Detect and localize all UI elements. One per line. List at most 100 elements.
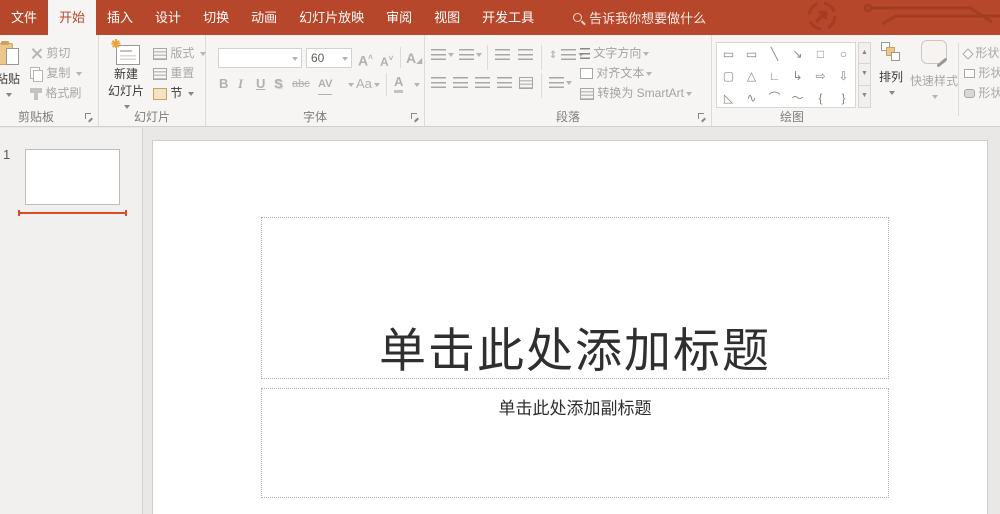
group-slides: 新建 幻灯片 版式 重置 节 幻灯片 [99, 35, 206, 126]
subtitle-placeholder[interactable]: 单击此处添加副标题 [261, 388, 889, 498]
strikethrough-button[interactable]: abc [292, 74, 310, 94]
shape-item[interactable]: { [809, 87, 832, 109]
character-spacing-button[interactable]: AV [318, 74, 333, 95]
increase-indent-button[interactable] [518, 45, 533, 64]
layout-dropdown-icon [199, 51, 206, 56]
shape-item[interactable]: ↘ [786, 43, 809, 65]
grow-font-button[interactable]: A˄ [358, 48, 373, 71]
format-painter-button[interactable]: 格式刷 [30, 84, 81, 103]
clear-formatting-button[interactable]: A◢ [406, 48, 422, 71]
arrange-dropdown-icon[interactable] [889, 90, 895, 95]
clipboard-dialog-launcher[interactable] [85, 113, 93, 121]
shape-item[interactable]: ∟ [763, 65, 786, 87]
quick-styles-dropdown-icon [932, 94, 938, 99]
slide-thumbnail-pane[interactable]: 1 [0, 128, 143, 514]
decrease-indent-button[interactable] [495, 45, 510, 64]
slide-1-thumbnail[interactable] [25, 149, 120, 205]
shapes-gallery-scrollbar[interactable]: ▲ ▼ ▼ [858, 42, 871, 108]
paragraph-dialog-launcher[interactable] [698, 113, 706, 121]
title-placeholder[interactable]: 单击此处添加标题 [261, 217, 889, 379]
gallery-more-icon[interactable]: ▼ [858, 86, 871, 108]
text-direction-icon [580, 48, 590, 60]
shape-item[interactable]: ◺ [717, 87, 740, 109]
tab-file[interactable]: 文件 [0, 0, 48, 35]
tab-developer[interactable]: 开发工具 [471, 0, 545, 35]
shape-item[interactable]: ∿ [740, 87, 763, 109]
align-right-button[interactable] [475, 73, 490, 92]
tell-me-search[interactable]: 告诉我你想要做什么 [573, 0, 706, 35]
character-spacing-dropdown-icon[interactable] [346, 74, 354, 94]
bullets-button[interactable] [431, 45, 454, 64]
text-direction-button[interactable]: 文字方向 [580, 44, 650, 62]
font-color-dropdown-icon[interactable] [412, 74, 420, 94]
group-paragraph: ⇕ 文字方向 对齐文本 转换为 SmartArt 段落 [425, 35, 712, 126]
font-name-combo[interactable] [218, 48, 302, 68]
font-dialog-launcher[interactable] [411, 113, 419, 121]
tab-slideshow[interactable]: 幻灯片放映 [288, 0, 375, 35]
distribute-button[interactable] [519, 73, 533, 92]
gallery-down-icon[interactable]: ▼ [858, 64, 871, 86]
align-left-button[interactable] [431, 73, 446, 92]
tab-review[interactable]: 审阅 [375, 0, 423, 35]
align-text-button[interactable]: 对齐文本 [580, 64, 653, 82]
shape-item[interactable]: △ [740, 65, 763, 87]
font-size-combo[interactable]: 60 [306, 48, 352, 68]
tab-home[interactable]: 开始 [48, 0, 97, 35]
tab-insert[interactable]: 插入 [96, 0, 144, 35]
tab-transitions[interactable]: 切换 [192, 0, 240, 35]
shapes-gallery[interactable]: ▭ ▭ ╲ ↘ □ ○ ▢ △ ∟ ↳ ⇨ ⇩ ◺ ∿ ⌒ ～ { } [716, 42, 856, 108]
justify-icon [497, 77, 512, 89]
paste-button[interactable]: 粘贴 [0, 39, 30, 109]
section-dropdown-icon[interactable] [187, 91, 194, 96]
tab-design[interactable]: 设计 [144, 0, 192, 35]
shape-fill-button[interactable]: 形状填充 [962, 44, 1000, 63]
arrange-icon [881, 42, 901, 62]
section-button[interactable]: 节 [153, 84, 194, 103]
shape-effects-button[interactable]: 形状效果 [964, 84, 1000, 103]
copy-button[interactable]: 复制 [30, 64, 82, 83]
shape-item[interactable]: ▭ [740, 43, 763, 65]
shape-item[interactable]: ⌒ [763, 87, 786, 109]
shape-item[interactable]: ▭ [717, 43, 740, 65]
shape-item[interactable]: □ [809, 43, 832, 65]
shrink-font-button[interactable]: A˅ [380, 49, 393, 72]
reset-button[interactable]: 重置 [153, 64, 194, 83]
numbering-button[interactable] [459, 45, 482, 64]
search-placeholder-text: 告诉我你想要做什么 [589, 11, 707, 26]
slide-canvas[interactable]: 单击此处添加标题 单击此处添加副标题 [152, 140, 988, 514]
font-color-button[interactable]: A [394, 74, 404, 93]
quick-styles-button[interactable]: 快速样式 [910, 39, 958, 111]
shape-item[interactable]: ▢ [717, 65, 740, 87]
bold-button[interactable]: B [219, 74, 228, 94]
numbering-icon [459, 49, 474, 61]
shape-item[interactable]: ○ [832, 43, 855, 65]
slide-editor-area[interactable]: 单击此处添加标题 单击此处添加副标题 [144, 128, 1000, 514]
convert-smartart-button[interactable]: 转换为 SmartArt [580, 84, 693, 102]
shape-item[interactable]: ╲ [763, 43, 786, 65]
gallery-up-icon[interactable]: ▲ [858, 42, 871, 64]
justify-button[interactable] [497, 73, 512, 92]
group-drawing: ▭ ▭ ╲ ↘ □ ○ ▢ △ ∟ ↳ ⇨ ⇩ ◺ ∿ ⌒ ～ { } ▲ ▼ … [712, 35, 1000, 126]
text-shadow-button[interactable]: S [274, 74, 283, 94]
underline-button[interactable]: U [256, 74, 265, 94]
cut-button[interactable]: 剪切 [30, 44, 70, 63]
shape-item[interactable]: } [832, 87, 855, 109]
change-case-button[interactable]: Aa [356, 74, 380, 94]
line-spacing-button[interactable]: ⇕ [549, 45, 584, 64]
tab-view[interactable]: 视图 [423, 0, 471, 35]
arrange-button[interactable]: 排列 [874, 39, 908, 111]
align-center-button[interactable] [453, 73, 468, 92]
paste-label: 粘贴 [0, 72, 20, 86]
tab-animations[interactable]: 动画 [240, 0, 288, 35]
shape-item[interactable]: ↳ [786, 65, 809, 87]
new-slide-button[interactable]: 新建 幻灯片 [103, 39, 149, 111]
quick-styles-icon [921, 40, 947, 64]
layout-button[interactable]: 版式 [153, 44, 206, 63]
shape-item[interactable]: ⇨ [809, 65, 832, 87]
shape-outline-button[interactable]: 形状轮廓 [964, 64, 1000, 83]
italic-button[interactable]: I [238, 74, 243, 94]
columns-button[interactable] [549, 73, 572, 92]
shape-item[interactable]: ⇩ [832, 65, 855, 87]
shape-item[interactable]: ～ [786, 87, 809, 109]
paste-dropdown-icon[interactable] [6, 92, 12, 97]
